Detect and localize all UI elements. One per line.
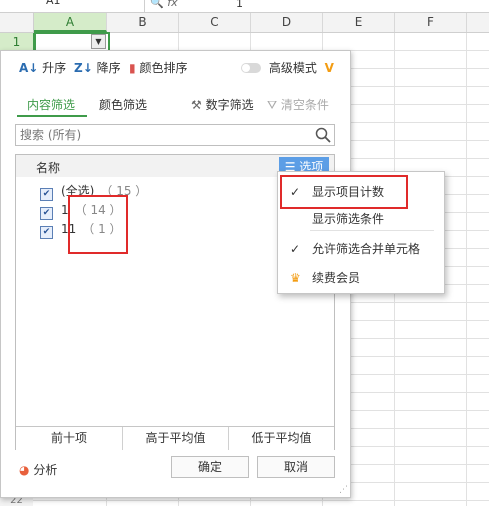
vip-icon: V (324, 61, 334, 75)
highlight-box (280, 175, 408, 209)
search-box (15, 124, 335, 146)
column-header-f[interactable]: F (395, 13, 467, 32)
tab-color-filter[interactable]: 颜色筛选 (99, 96, 147, 113)
above-average-button[interactable]: 高于平均值 (123, 427, 229, 450)
sort-desc-icon: Z↓ (74, 61, 93, 75)
quick-filter-bar: 前十项 高于平均值 低于平均值 (16, 426, 334, 450)
ok-button[interactable]: 确定 (171, 456, 249, 478)
sort-asc-icon: A↓ (19, 61, 39, 75)
resize-grip-icon[interactable]: ⋰ (339, 485, 348, 495)
menu-item-renew-membership[interactable]: ♛ 续费会员 (278, 264, 444, 292)
cancel-button[interactable]: 取消 (257, 456, 335, 478)
column-header-a[interactable]: A (34, 13, 107, 32)
checkbox[interactable]: ✔ (40, 207, 53, 220)
tab-content-filter[interactable]: 内容筛选 (27, 96, 75, 113)
pie-chart-icon: ◕ (19, 463, 30, 477)
checkbox[interactable]: ✔ (40, 188, 53, 201)
clear-filter-icon: ⛛ (267, 98, 278, 112)
formula-input[interactable]: 1 (236, 0, 243, 10)
sort-asc-button[interactable]: A↓ 升序 (19, 59, 66, 76)
number-filter-button[interactable]: ⚒ 数字筛选 (191, 96, 254, 113)
menu-item-allow-merged[interactable]: ✓ 允许筛选合并单元格 (278, 235, 444, 263)
select-all-corner[interactable] (0, 13, 34, 33)
search-input[interactable] (20, 127, 300, 143)
toggle-switch[interactable] (241, 63, 261, 73)
checkbox[interactable]: ✔ (40, 226, 53, 239)
search-icon[interactable] (314, 126, 332, 144)
top10-button[interactable]: 前十项 (16, 427, 123, 450)
filter-dropdown-button[interactable]: ▼ (91, 34, 106, 49)
list-header-name: 名称 (36, 161, 61, 175)
name-box[interactable]: A1 (0, 0, 145, 12)
number-filter-icon: ⚒ (191, 98, 202, 112)
analyze-button[interactable]: ◕ 分析 (19, 461, 57, 478)
column-header-d[interactable]: D (251, 13, 323, 32)
highlight-box (68, 195, 128, 254)
column-header-c[interactable]: C (179, 13, 251, 32)
row-header-1[interactable]: 1 (0, 33, 35, 51)
sort-desc-button[interactable]: Z↓ 降序 (74, 59, 121, 76)
menu-item-show-conditions[interactable]: 显示筛选条件 (278, 205, 444, 233)
column-header-e[interactable]: E (323, 13, 395, 32)
column-header-b[interactable]: B (107, 13, 179, 32)
crown-icon: ♛ (290, 271, 301, 285)
color-sort-button[interactable]: ▮ 颜色排序 (129, 59, 187, 76)
color-sort-icon: ▮ (129, 61, 136, 75)
checkmark-icon: ✓ (290, 242, 301, 256)
fx-icon: 🔍 fx (150, 0, 178, 9)
formula-bar: A1 🔍 fx 1 (0, 0, 489, 13)
column-headers: A B C D E F (0, 13, 489, 33)
active-tab-indicator (17, 115, 87, 117)
menu-divider (310, 230, 434, 231)
clear-conditions-button[interactable]: ⛛ 清空条件 (267, 96, 329, 113)
below-average-button[interactable]: 低于平均值 (229, 427, 334, 450)
advanced-mode-toggle[interactable]: 高级模式 V (241, 59, 334, 76)
